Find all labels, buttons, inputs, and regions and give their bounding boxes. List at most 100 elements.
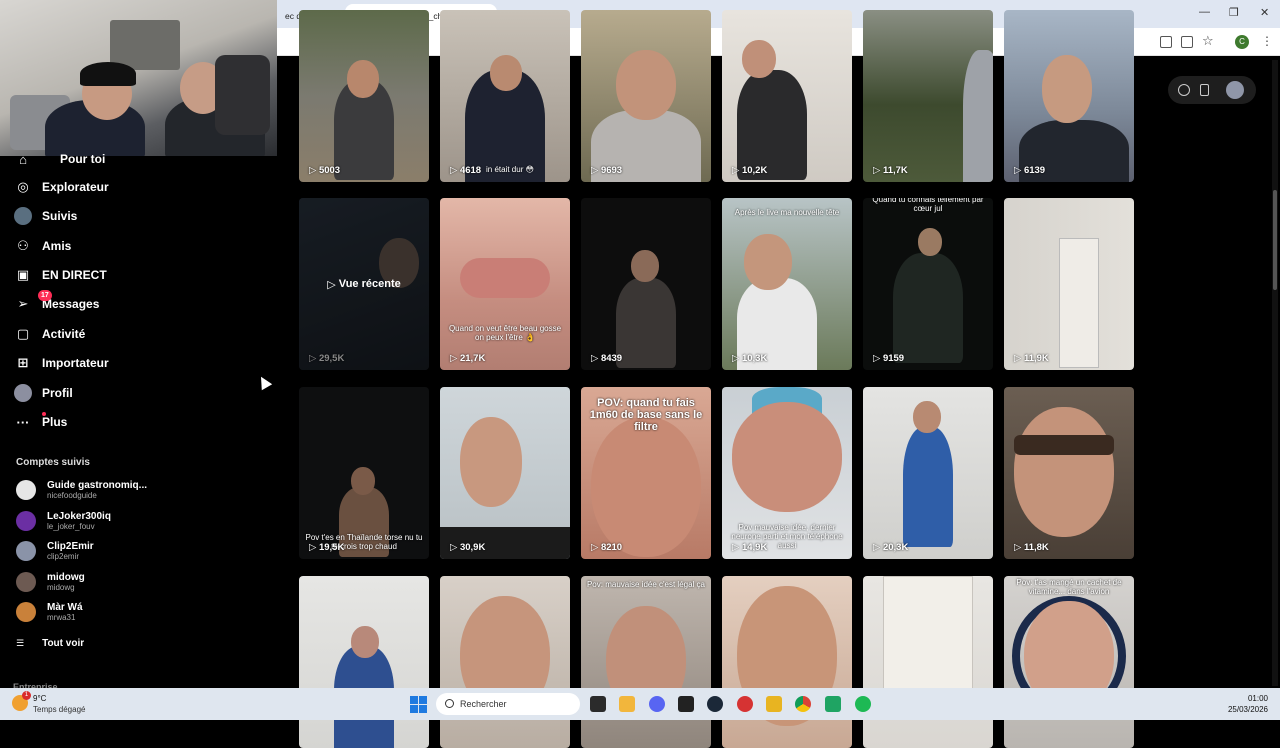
compass-icon[interactable]: [1178, 84, 1190, 96]
video-tile[interactable]: Après le live ma nouvelle tête ▷ 10,3K: [722, 198, 852, 370]
video-tile[interactable]: ▷ 10,2K: [722, 10, 852, 182]
video-tile[interactable]: Pov: mauvaise idée c'est légal ça: [581, 576, 711, 748]
activity-icon: ▢: [16, 326, 30, 341]
view-count-value: 9693: [600, 165, 623, 176]
view-count-value: 21,7K: [459, 353, 486, 364]
clock-time[interactable]: 01:00: [1248, 694, 1268, 703]
clock-date[interactable]: 25/03/2026: [1228, 705, 1268, 714]
video-tile[interactable]: ▷ 11,9K: [1004, 198, 1134, 370]
profile-icon: [14, 384, 32, 402]
nav-friends[interactable]: ⚇ Amis: [14, 235, 71, 257]
scrollbar-thumb[interactable]: [1273, 190, 1277, 290]
video-tile[interactable]: Quand on veut être beau gosse on peux l'…: [440, 198, 570, 370]
translate-icon[interactable]: [1160, 36, 1172, 48]
cap: [80, 62, 136, 86]
person-figure: [903, 427, 953, 547]
account-name: Màr Wá: [47, 602, 83, 613]
person-face: [616, 50, 676, 120]
android-app-icon[interactable]: [825, 696, 841, 712]
video-tile[interactable]: Pov: t'as mangé un cachet de vitamine...…: [1004, 576, 1134, 748]
video-tile[interactable]: [722, 576, 852, 748]
restore-icon[interactable]: ❐: [1229, 6, 1239, 19]
nav-for-you[interactable]: ⌂ Pour toi: [14, 148, 105, 170]
bookmark-star-icon[interactable]: ☆: [1202, 33, 1214, 49]
nav-following[interactable]: Suivis: [14, 205, 77, 227]
rockstar-icon[interactable]: [766, 696, 782, 712]
video-tile[interactable]: [440, 576, 570, 748]
red-app-icon[interactable]: [737, 696, 753, 712]
nav-upload[interactable]: ⊞ Importateur: [14, 352, 109, 374]
followed-account[interactable]: midowg midowg: [16, 569, 85, 595]
task-view-icon[interactable]: [590, 696, 606, 712]
video-tile[interactable]: ▷ 20,3K: [863, 387, 993, 559]
video-tile[interactable]: ▷ 6139: [1004, 10, 1134, 182]
video-tile[interactable]: ▷ Vue récente ▷ 29,5K: [299, 198, 429, 370]
chrome-icon[interactable]: [795, 696, 811, 712]
view-count-value: 6139: [1023, 165, 1046, 176]
view-count: ▷ 10,3K: [732, 353, 768, 364]
person-face: [1042, 55, 1092, 123]
person-figure: [893, 253, 963, 363]
followed-account[interactable]: Guide gastronomiq... nicefoodguide: [16, 477, 147, 503]
followed-account[interactable]: Màr Wá mrwa31: [16, 599, 83, 625]
video-caption: in était dur 😳: [486, 165, 534, 174]
video-tile[interactable]: ▷ 9693: [581, 10, 711, 182]
view-count: ▷ 20,3K: [873, 542, 909, 553]
nav-messages[interactable]: ➢ 17 Messages: [14, 290, 99, 315]
minimize-icon[interactable]: —: [1199, 6, 1210, 18]
video-tile[interactable]: ▷ 11,8K: [1004, 387, 1134, 559]
spotify-icon[interactable]: [855, 696, 871, 712]
video-tile[interactable]: ▷ 5003: [299, 10, 429, 182]
view-count: ▷ 30,9K: [450, 542, 486, 553]
nav-label: Plus: [42, 415, 68, 429]
nav-live[interactable]: ▣ EN DIRECT: [14, 264, 107, 286]
view-count: ▷ 14,9K: [732, 542, 768, 553]
phone-icon[interactable]: [1200, 84, 1209, 96]
video-tile[interactable]: ▷ 11,7K: [863, 10, 993, 182]
nav-explore[interactable]: ◎ Explorateur: [14, 176, 108, 198]
view-count-value: 11,7K: [882, 165, 908, 176]
video-tile[interactable]: ▷ 30,9K: [440, 387, 570, 559]
see-all-link[interactable]: ☰ Tout voir: [16, 638, 84, 649]
install-icon[interactable]: [1181, 36, 1193, 48]
nav-profile[interactable]: Profil: [14, 382, 73, 404]
video-tile[interactable]: [299, 576, 429, 748]
followed-account[interactable]: LeJoker300iq le_joker_fouv: [16, 508, 111, 534]
avatar: [16, 572, 36, 592]
video-tile[interactable]: Quand tu connais tellement par cœur jul …: [863, 198, 993, 370]
account-handle: le_joker_fouv: [47, 522, 95, 531]
taskbar-search[interactable]: Rechercher: [436, 693, 580, 715]
send-icon: ➢: [17, 296, 29, 311]
video-tile[interactable]: [863, 576, 993, 748]
steam-icon[interactable]: [707, 696, 723, 712]
windows-start-icon[interactable]: [410, 696, 427, 713]
video-tile[interactable]: ▷ 8439: [581, 198, 711, 370]
person-face: [351, 467, 375, 495]
file-explorer-icon[interactable]: [619, 696, 635, 712]
person-face: [1014, 407, 1114, 537]
video-tile[interactable]: ▷ 4618 in était dur 😳: [440, 10, 570, 182]
video-caption: Pov: t'as mangé un cachet de vitamine...…: [1016, 578, 1122, 596]
view-count-value: 30,9K: [459, 542, 486, 553]
video-grid: ▷ 5003 ▷ 4618 in était dur 😳 ▷ 9693 ▷ 10…: [277, 10, 1280, 748]
nav-more[interactable]: ··· Plus: [14, 411, 67, 433]
nav-label: Activité: [42, 327, 86, 341]
discord-icon[interactable]: [649, 696, 665, 712]
followed-account[interactable]: Clip2Emir clip2emir: [16, 538, 94, 564]
video-tile[interactable]: Pov mauvaise idée, dernier neurone parti…: [722, 387, 852, 559]
person-face: [913, 401, 941, 433]
video-tile[interactable]: POV: quand tu fais 1m60 de base sans le …: [581, 387, 711, 559]
avatar[interactable]: [1226, 81, 1244, 99]
close-window-icon[interactable]: ✕: [1260, 6, 1269, 19]
followed-accounts-title: Comptes suivis: [16, 457, 90, 468]
person-figure: [963, 50, 993, 182]
menu-kebab-icon[interactable]: ⋮: [1261, 34, 1273, 48]
scrollbar[interactable]: [1272, 60, 1278, 686]
profile-avatar-icon[interactable]: C: [1235, 35, 1249, 49]
nav-activity[interactable]: ▢ Activité: [14, 323, 86, 345]
epic-games-icon[interactable]: [678, 696, 694, 712]
avatar: [16, 480, 36, 500]
video-caption: Après le live ma nouvelle tête: [734, 208, 840, 217]
video-tile[interactable]: Pov t'es en Thaïlande torse nu tu te cro…: [299, 387, 429, 559]
person-face: [918, 228, 942, 256]
